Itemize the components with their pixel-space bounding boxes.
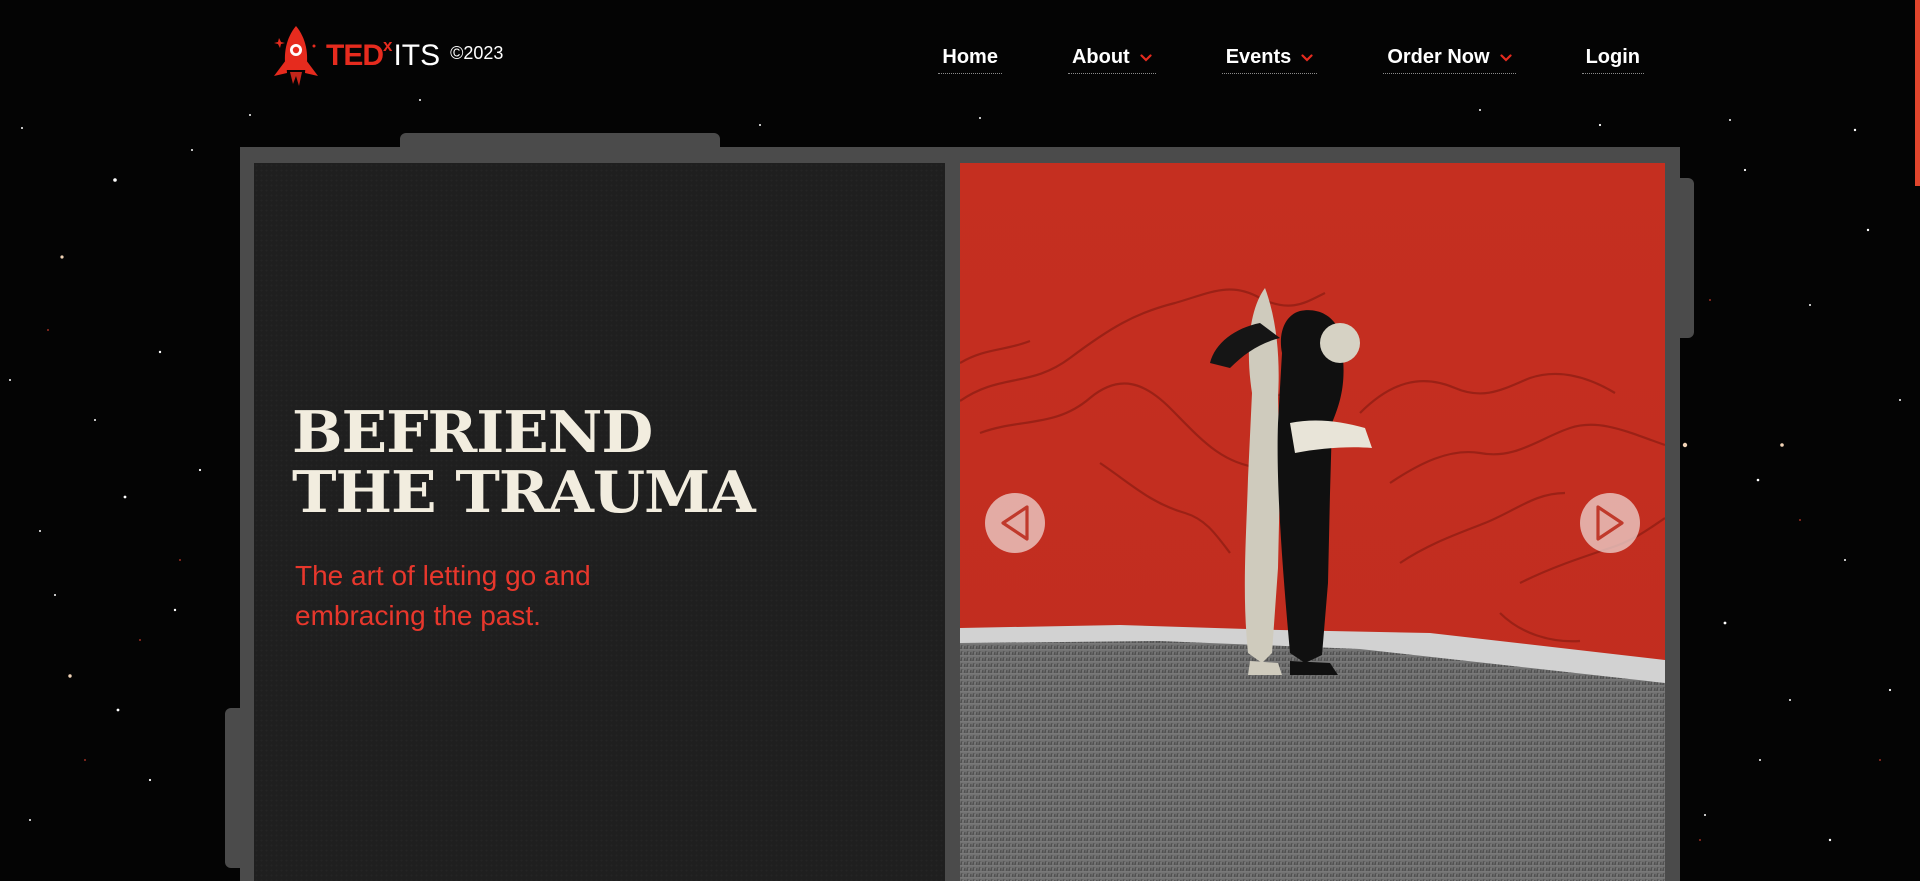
brand-its: ITS — [393, 39, 441, 72]
hero-headline-line2: THE TRAUMA — [292, 459, 756, 526]
chevron-down-icon — [1140, 53, 1152, 62]
nav-home[interactable]: Home — [938, 44, 1002, 74]
triangle-right-icon — [1596, 505, 1624, 541]
nav-about[interactable]: About — [1067, 44, 1156, 74]
nav-about-label: About — [1071, 46, 1130, 68]
frame-right-tab — [1678, 178, 1694, 338]
hero-headline-line1: BEFRIEND — [292, 399, 653, 466]
tedxits-logo[interactable]: TED x ITS ©2023 — [268, 24, 503, 88]
nav-home-label: Home — [942, 46, 998, 68]
frame-left-tab — [225, 708, 242, 868]
nav-events[interactable]: Events — [1221, 44, 1318, 74]
triangle-left-icon — [1001, 505, 1029, 541]
page: TED x ITS ©2023 Home About Events Order … — [0, 0, 1920, 881]
hero-image-carousel — [960, 163, 1665, 881]
nav-order-now[interactable]: Order Now — [1383, 44, 1516, 74]
nav-login-label: Login — [1585, 46, 1640, 68]
hero-artwork-embracing-couple — [960, 163, 1665, 881]
nav-events-label: Events — [1225, 46, 1292, 68]
chevron-down-icon — [1499, 53, 1512, 62]
brand-year: ©2023 — [450, 42, 504, 63]
carousel-prev-button[interactable] — [985, 493, 1045, 553]
brand-x: x — [383, 36, 393, 55]
hero-text-panel: BEFRIEND THE TRAUMA The art of letting g… — [254, 163, 945, 881]
page-scrollbar[interactable] — [1915, 0, 1920, 186]
hero-subtitle: The art of letting go and embracing the … — [295, 560, 591, 631]
main-nav: Home About Events Order Now Login — [938, 44, 1644, 74]
chevron-down-icon — [1301, 53, 1313, 62]
nav-login[interactable]: Login — [1581, 44, 1644, 74]
hero-headline: BEFRIEND THE TRAUMA — [292, 399, 756, 526]
rocket-icon — [274, 26, 318, 86]
brand-ted: TED — [326, 39, 384, 72]
carousel-next-button[interactable] — [1580, 493, 1640, 553]
nav-order-now-label: Order Now — [1387, 46, 1490, 68]
